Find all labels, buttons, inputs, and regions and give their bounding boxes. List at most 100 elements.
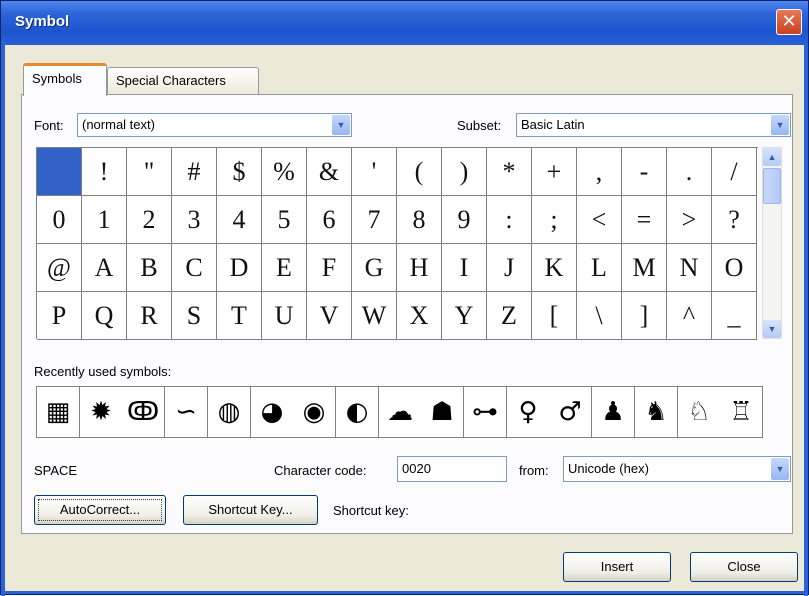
symbol-cell[interactable]: R <box>127 292 172 340</box>
symbol-cell[interactable]: > <box>667 196 712 244</box>
symbol-cell[interactable]: F <box>307 244 352 292</box>
symbol-cell[interactable]: N <box>667 244 712 292</box>
shortcut-key-button[interactable]: Shortcut Key... <box>183 495 318 525</box>
scroll-up-icon[interactable]: ▲ <box>763 148 781 166</box>
from-dropdown[interactable]: Unicode (hex) ▼ <box>563 456 791 482</box>
bird-icon[interactable]: ☁ <box>379 387 422 438</box>
symbol-cell[interactable]: K <box>532 244 577 292</box>
symbol-cell[interactable]: ) <box>442 148 487 196</box>
symbol-cell[interactable]: 7 <box>352 196 397 244</box>
autocorrect-button[interactable]: AutoCorrect... <box>34 495 166 525</box>
symbol-cell[interactable]: V <box>307 292 352 340</box>
symbol-cell[interactable]: E <box>262 244 307 292</box>
symbol-cell[interactable]: 2 <box>127 196 172 244</box>
symbol-cell[interactable]: ? <box>712 196 757 244</box>
globe-europe-icon[interactable]: ◕ <box>251 387 294 438</box>
grid-window-icon[interactable]: ▦ <box>37 387 80 438</box>
symbol-cell[interactable]: . <box>667 148 712 196</box>
tab-special-characters[interactable]: Special Characters <box>107 67 259 95</box>
symbol-cell[interactable]: ' <box>352 148 397 196</box>
symbol-cell[interactable]: ; <box>532 196 577 244</box>
scrollbar-thumb[interactable] <box>763 168 781 204</box>
symbol-cell[interactable]: : <box>487 196 532 244</box>
symbol-cell[interactable]: < <box>577 196 622 244</box>
skier-icon[interactable]: ♞ <box>635 387 678 438</box>
symbol-cell[interactable]: L <box>577 244 622 292</box>
subset-dropdown[interactable]: Basic Latin ▼ <box>516 113 791 137</box>
globe-americas-icon[interactable]: ◍ <box>208 387 251 438</box>
globe-grid-icon[interactable]: ◐ <box>336 387 379 438</box>
symbol-cell[interactable]: 3 <box>172 196 217 244</box>
close-button[interactable]: Close <box>690 552 798 582</box>
symbol-cell[interactable]: 5 <box>262 196 307 244</box>
symbol-cell[interactable]: 9 <box>442 196 487 244</box>
symbol-cell[interactable]: S <box>172 292 217 340</box>
symbol-cell[interactable]: D <box>217 244 262 292</box>
symbol-cell[interactable]: , <box>577 148 622 196</box>
tab-symbols[interactable]: Symbols <box>23 63 107 96</box>
symbol-cell[interactable]: X <box>397 292 442 340</box>
symbol-cell[interactable]: A <box>82 244 127 292</box>
symbol-cell[interactable]: * <box>487 148 532 196</box>
runner-icon[interactable]: ♘ <box>678 387 721 438</box>
symbol-cell[interactable]: G <box>352 244 397 292</box>
symbol-cell[interactable]: I <box>442 244 487 292</box>
man-icon[interactable]: ♂ <box>549 387 592 438</box>
globe-asia-icon[interactable]: ◉ <box>293 387 336 438</box>
symbol-cell[interactable]: [ <box>532 292 577 340</box>
chevron-down-icon[interactable]: ▼ <box>771 458 789 480</box>
font-dropdown[interactable]: (normal text) ▼ <box>77 113 352 137</box>
symbol-cell[interactable]: " <box>127 148 172 196</box>
cloud-icon[interactable]: ☗ <box>421 387 464 438</box>
symbol-cell[interactable]: Z <box>487 292 532 340</box>
symbol-cell[interactable]: @ <box>37 244 82 292</box>
chevron-down-icon[interactable]: ▼ <box>771 115 789 135</box>
symbol-cell[interactable]: \ <box>577 292 622 340</box>
symbol-cell[interactable]: ] <box>622 292 667 340</box>
figure-icon[interactable]: ♟ <box>592 387 635 438</box>
symbol-cell[interactable]: $ <box>217 148 262 196</box>
symbol-cell[interactable]: - <box>622 148 667 196</box>
symbol-cell[interactable]: ( <box>397 148 442 196</box>
symbol-cell[interactable]: & <box>307 148 352 196</box>
title-bar[interactable]: Symbol ✕ <box>1 1 808 45</box>
hammer-icon[interactable]: ♖ <box>720 387 763 438</box>
symbol-cell[interactable]: M <box>622 244 667 292</box>
symbol-cell[interactable]: ! <box>82 148 127 196</box>
symbol-cell[interactable]: B <box>127 244 172 292</box>
symbol-cell[interactable]: # <box>172 148 217 196</box>
symbol-cell[interactable]: H <box>397 244 442 292</box>
sun-icon[interactable]: ✹ <box>80 387 123 438</box>
symbol-cell[interactable]: T <box>217 292 262 340</box>
chevron-down-icon[interactable]: ▼ <box>332 115 350 135</box>
symbol-cell[interactable]: C <box>172 244 217 292</box>
swirl-icon[interactable]: ∽ <box>165 387 208 438</box>
symbol-cell[interactable]: = <box>622 196 667 244</box>
symbol-cell[interactable]: % <box>262 148 307 196</box>
symbol-cell[interactable]: W <box>352 292 397 340</box>
symbol-cell[interactable]: U <box>262 292 307 340</box>
key-icon[interactable]: ⊶ <box>464 387 507 438</box>
symbol-cell[interactable]: _ <box>712 292 757 340</box>
close-window-icon[interactable]: ✕ <box>776 9 802 35</box>
symbol-cell[interactable] <box>37 148 82 196</box>
symbol-grid-scrollbar[interactable]: ▲ ▼ <box>762 147 782 339</box>
symbol-cell[interactable]: 0 <box>37 196 82 244</box>
symbol-cell[interactable]: / <box>712 148 757 196</box>
woman-icon[interactable]: ♀ <box>507 387 550 438</box>
character-code-input[interactable]: 0020 <box>397 456 507 482</box>
symbol-cell[interactable]: 4 <box>217 196 262 244</box>
snake-icon[interactable]: ↂ <box>122 387 165 438</box>
symbol-cell[interactable]: 8 <box>397 196 442 244</box>
symbol-cell[interactable]: 1 <box>82 196 127 244</box>
symbol-cell[interactable]: J <box>487 244 532 292</box>
symbol-cell[interactable]: Q <box>82 292 127 340</box>
symbol-cell[interactable]: + <box>532 148 577 196</box>
symbol-cell[interactable]: ^ <box>667 292 712 340</box>
symbol-cell[interactable]: P <box>37 292 82 340</box>
symbol-cell[interactable]: Y <box>442 292 487 340</box>
symbol-cell[interactable]: O <box>712 244 757 292</box>
insert-button[interactable]: Insert <box>563 552 671 582</box>
scroll-down-icon[interactable]: ▼ <box>763 320 781 338</box>
symbol-cell[interactable]: 6 <box>307 196 352 244</box>
